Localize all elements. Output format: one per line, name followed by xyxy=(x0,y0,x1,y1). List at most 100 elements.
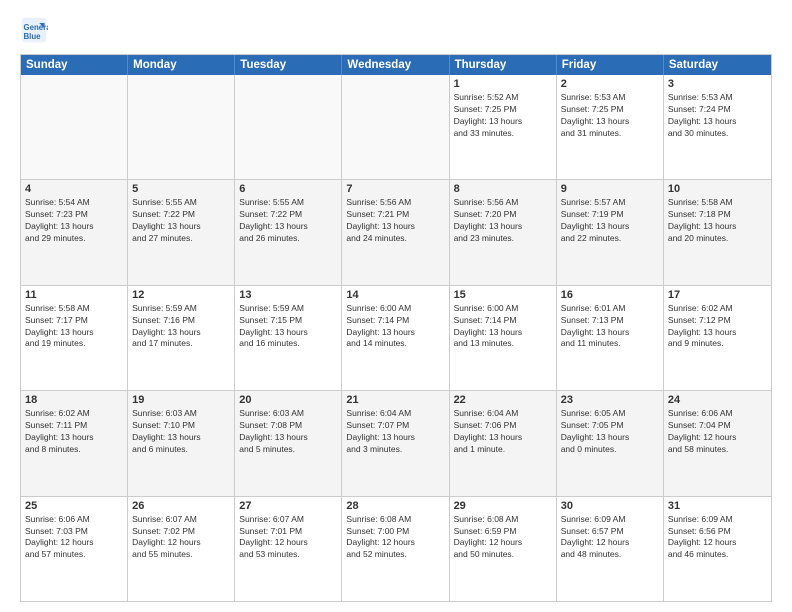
weekday-header-sunday: Sunday xyxy=(21,55,128,75)
day-cell-9: 9 Sunrise: 5:57 AM Sunset: 7:19 PM Daylig… xyxy=(557,180,664,284)
day-number: 12 xyxy=(132,289,230,301)
calendar-row-5: 25 Sunrise: 6:06 AM Sunset: 7:03 PM Dayli… xyxy=(21,497,771,601)
day-cell-24: 24 Sunrise: 6:06 AM Sunset: 7:04 PM Dayli… xyxy=(664,391,771,495)
day-number: 22 xyxy=(454,394,552,406)
day-number: 5 xyxy=(132,183,230,195)
day-info: Sunrise: 5:55 AM Sunset: 7:22 PM Dayligh… xyxy=(132,197,230,245)
day-info: Sunrise: 5:53 AM Sunset: 7:24 PM Dayligh… xyxy=(668,92,767,140)
weekday-header-wednesday: Wednesday xyxy=(342,55,449,75)
calendar-row-4: 18 Sunrise: 6:02 AM Sunset: 7:11 PM Dayli… xyxy=(21,391,771,496)
day-cell-29: 29Sunrise: 6:08 AM Sunset: 6:59 PM Dayli… xyxy=(450,497,557,601)
weekday-header-thursday: Thursday xyxy=(450,55,557,75)
day-number: 15 xyxy=(454,289,552,301)
day-number: 8 xyxy=(454,183,552,195)
day-info: Sunrise: 6:09 AM Sunset: 6:57 PM Dayligh… xyxy=(561,514,659,562)
day-number: 4 xyxy=(25,183,123,195)
svg-text:Blue: Blue xyxy=(24,32,42,41)
day-info: Sunrise: 6:00 AM Sunset: 7:14 PM Dayligh… xyxy=(346,303,444,351)
day-cell-3: 3 Sunrise: 5:53 AM Sunset: 7:24 PM Daylig… xyxy=(664,75,771,179)
day-info: Sunrise: 6:07 AM Sunset: 7:02 PM Dayligh… xyxy=(132,514,230,562)
calendar-header: SundayMondayTuesdayWednesdayThursdayFrid… xyxy=(21,55,771,75)
day-info: Sunrise: 6:09 AM Sunset: 6:56 PM Dayligh… xyxy=(668,514,767,562)
day-number: 24 xyxy=(668,394,767,406)
day-number: 31 xyxy=(668,500,767,512)
day-number: 1 xyxy=(454,78,552,90)
day-cell-4: 4Sunrise: 5:54 AM Sunset: 7:23 PM Daylig… xyxy=(21,180,128,284)
day-cell-12: 12 Sunrise: 5:59 AM Sunset: 7:16 PM Dayli… xyxy=(128,286,235,390)
day-number: 6 xyxy=(239,183,337,195)
day-number: 2 xyxy=(561,78,659,90)
day-cell-1: 1 Sunrise: 5:52 AM Sunset: 7:25 PM Daylig… xyxy=(450,75,557,179)
day-cell-11: 11Sunrise: 5:58 AM Sunset: 7:17 PM Dayli… xyxy=(21,286,128,390)
day-info: Sunrise: 6:04 AM Sunset: 7:06 PM Dayligh… xyxy=(454,408,552,456)
day-number: 14 xyxy=(346,289,444,301)
day-number: 19 xyxy=(132,394,230,406)
day-cell-30: 30 Sunrise: 6:09 AM Sunset: 6:57 PM Dayli… xyxy=(557,497,664,601)
day-cell-10: 10Sunrise: 5:58 AM Sunset: 7:18 PM Dayli… xyxy=(664,180,771,284)
day-number: 26 xyxy=(132,500,230,512)
calendar-row-1: 1 Sunrise: 5:52 AM Sunset: 7:25 PM Daylig… xyxy=(21,75,771,180)
empty-cell xyxy=(21,75,128,179)
day-cell-31: 31 Sunrise: 6:09 AM Sunset: 6:56 PM Dayli… xyxy=(664,497,771,601)
day-info: Sunrise: 6:04 AM Sunset: 7:07 PM Dayligh… xyxy=(346,408,444,456)
day-info: Sunrise: 5:57 AM Sunset: 7:19 PM Dayligh… xyxy=(561,197,659,245)
weekday-header-friday: Friday xyxy=(557,55,664,75)
day-cell-2: 2 Sunrise: 5:53 AM Sunset: 7:25 PM Daylig… xyxy=(557,75,664,179)
calendar-row-2: 4Sunrise: 5:54 AM Sunset: 7:23 PM Daylig… xyxy=(21,180,771,285)
day-info: Sunrise: 5:58 AM Sunset: 7:18 PM Dayligh… xyxy=(668,197,767,245)
day-cell-20: 20 Sunrise: 6:03 AM Sunset: 7:08 PM Dayli… xyxy=(235,391,342,495)
day-info: Sunrise: 6:03 AM Sunset: 7:10 PM Dayligh… xyxy=(132,408,230,456)
day-info: Sunrise: 5:59 AM Sunset: 7:16 PM Dayligh… xyxy=(132,303,230,351)
day-number: 29 xyxy=(454,500,552,512)
day-info: Sunrise: 6:06 AM Sunset: 7:03 PM Dayligh… xyxy=(25,514,123,562)
day-number: 16 xyxy=(561,289,659,301)
day-cell-14: 14 Sunrise: 6:00 AM Sunset: 7:14 PM Dayli… xyxy=(342,286,449,390)
day-info: Sunrise: 6:03 AM Sunset: 7:08 PM Dayligh… xyxy=(239,408,337,456)
day-cell-16: 16Sunrise: 6:01 AM Sunset: 7:13 PM Dayli… xyxy=(557,286,664,390)
day-cell-18: 18 Sunrise: 6:02 AM Sunset: 7:11 PM Dayli… xyxy=(21,391,128,495)
weekday-header-monday: Monday xyxy=(128,55,235,75)
weekday-header-saturday: Saturday xyxy=(664,55,771,75)
day-info: Sunrise: 5:56 AM Sunset: 7:21 PM Dayligh… xyxy=(346,197,444,245)
calendar-body: 1 Sunrise: 5:52 AM Sunset: 7:25 PM Daylig… xyxy=(21,75,771,601)
empty-cell xyxy=(235,75,342,179)
day-cell-28: 28 Sunrise: 6:08 AM Sunset: 7:00 PM Dayli… xyxy=(342,497,449,601)
day-number: 3 xyxy=(668,78,767,90)
day-number: 7 xyxy=(346,183,444,195)
calendar: SundayMondayTuesdayWednesdayThursdayFrid… xyxy=(20,54,772,602)
day-number: 9 xyxy=(561,183,659,195)
day-number: 30 xyxy=(561,500,659,512)
day-info: Sunrise: 6:02 AM Sunset: 7:12 PM Dayligh… xyxy=(668,303,767,351)
day-cell-6: 6Sunrise: 5:55 AM Sunset: 7:22 PM Daylig… xyxy=(235,180,342,284)
day-number: 18 xyxy=(25,394,123,406)
day-cell-15: 15Sunrise: 6:00 AM Sunset: 7:14 PM Dayli… xyxy=(450,286,557,390)
day-number: 21 xyxy=(346,394,444,406)
day-info: Sunrise: 6:02 AM Sunset: 7:11 PM Dayligh… xyxy=(25,408,123,456)
day-info: Sunrise: 6:06 AM Sunset: 7:04 PM Dayligh… xyxy=(668,408,767,456)
day-info: Sunrise: 6:07 AM Sunset: 7:01 PM Dayligh… xyxy=(239,514,337,562)
day-number: 27 xyxy=(239,500,337,512)
day-number: 23 xyxy=(561,394,659,406)
day-info: Sunrise: 5:56 AM Sunset: 7:20 PM Dayligh… xyxy=(454,197,552,245)
empty-cell xyxy=(342,75,449,179)
page-header: General Blue xyxy=(20,16,772,44)
day-info: Sunrise: 5:53 AM Sunset: 7:25 PM Dayligh… xyxy=(561,92,659,140)
day-cell-22: 22 Sunrise: 6:04 AM Sunset: 7:06 PM Dayli… xyxy=(450,391,557,495)
weekday-header-tuesday: Tuesday xyxy=(235,55,342,75)
day-number: 17 xyxy=(668,289,767,301)
day-number: 20 xyxy=(239,394,337,406)
calendar-row-3: 11Sunrise: 5:58 AM Sunset: 7:17 PM Dayli… xyxy=(21,286,771,391)
day-info: Sunrise: 6:08 AM Sunset: 7:00 PM Dayligh… xyxy=(346,514,444,562)
day-info: Sunrise: 5:58 AM Sunset: 7:17 PM Dayligh… xyxy=(25,303,123,351)
day-number: 25 xyxy=(25,500,123,512)
day-cell-23: 23 Sunrise: 6:05 AM Sunset: 7:05 PM Dayli… xyxy=(557,391,664,495)
day-info: Sunrise: 5:52 AM Sunset: 7:25 PM Dayligh… xyxy=(454,92,552,140)
day-number: 28 xyxy=(346,500,444,512)
day-info: Sunrise: 6:05 AM Sunset: 7:05 PM Dayligh… xyxy=(561,408,659,456)
day-cell-26: 26 Sunrise: 6:07 AM Sunset: 7:02 PM Dayli… xyxy=(128,497,235,601)
day-cell-17: 17 Sunrise: 6:02 AM Sunset: 7:12 PM Dayli… xyxy=(664,286,771,390)
day-cell-25: 25 Sunrise: 6:06 AM Sunset: 7:03 PM Dayli… xyxy=(21,497,128,601)
logo: General Blue xyxy=(20,16,52,44)
day-cell-13: 13Sunrise: 5:59 AM Sunset: 7:15 PM Dayli… xyxy=(235,286,342,390)
day-number: 13 xyxy=(239,289,337,301)
